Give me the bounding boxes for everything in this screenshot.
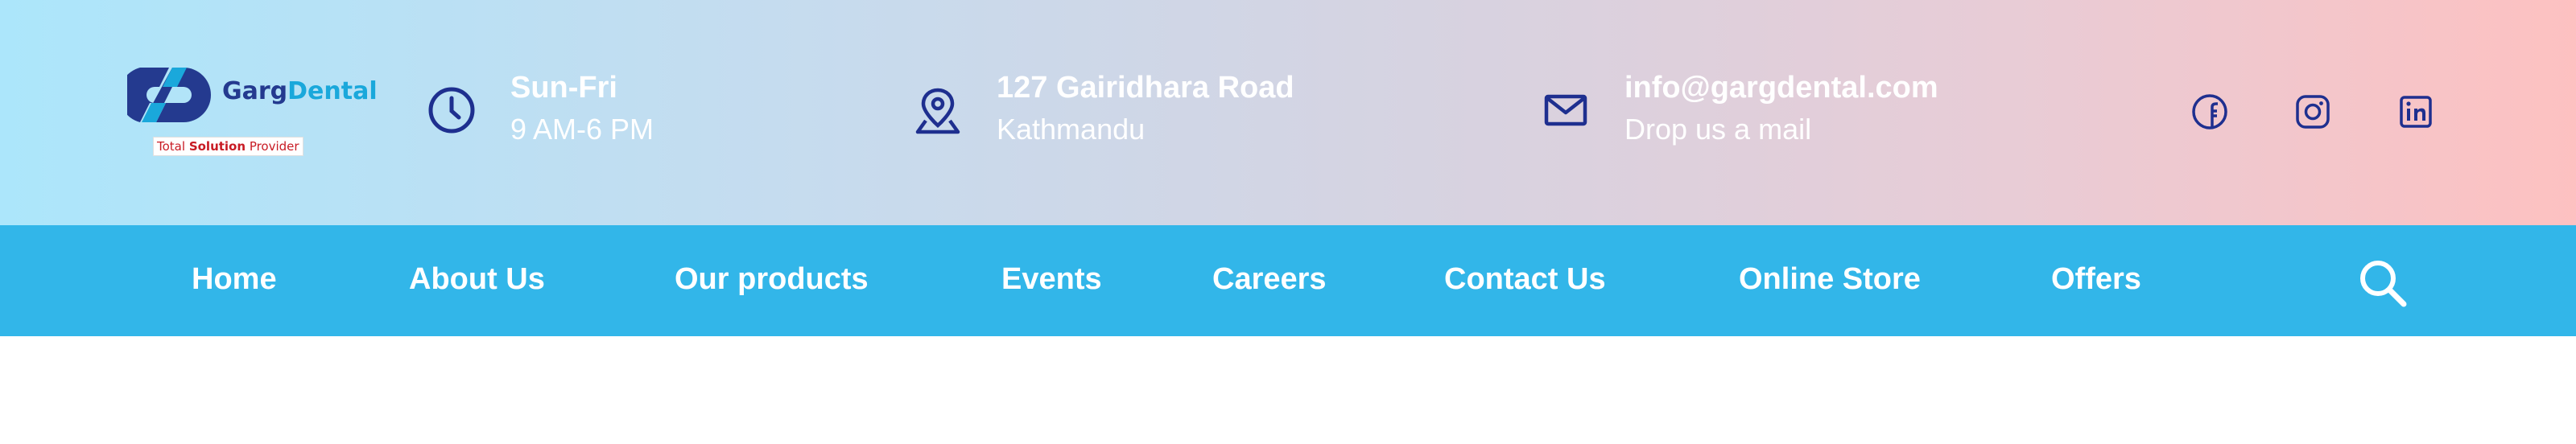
nav-offers[interactable]: Offers [2051, 262, 2141, 297]
logo[interactable]: GargDental Total Solution Provider [127, 68, 378, 164]
logo-tagline: Total Solution Provider [153, 137, 303, 156]
nav-home[interactable]: Home [192, 262, 277, 297]
nav-contact-us[interactable]: Contact Us [1444, 262, 1606, 297]
tagline-part: Total [157, 139, 189, 154]
nav-careers[interactable]: Careers [1212, 262, 1327, 297]
facebook-icon[interactable] [2190, 92, 2230, 132]
main-nav: Home About Us Our products Events Career… [0, 225, 2576, 336]
tagline-bold: Solution [188, 139, 246, 154]
address-subtitle: Kathmandu [997, 113, 1146, 146]
email-info[interactable]: info@gargdental.com Drop us a mail [1541, 71, 1992, 154]
linkedin-icon[interactable] [2396, 92, 2436, 132]
hours-info: Sun-Fri 9 AM-6 PM [427, 71, 733, 154]
email-title[interactable]: info@gargdental.com [1624, 71, 1938, 105]
address-title: 127 Gairidhara Road [997, 71, 1294, 105]
instagram-icon[interactable] [2293, 92, 2333, 132]
nav-about-us[interactable]: About Us [409, 262, 545, 297]
address-info: 127 Gairidhara Road Kathmandu [913, 71, 1364, 154]
search-icon[interactable] [2357, 257, 2409, 309]
clock-icon [428, 87, 475, 134]
logo-text-dental: Dental [287, 77, 378, 105]
hours-title: Sun-Fri [510, 71, 617, 105]
email-subtitle: Drop us a mail [1624, 113, 1812, 146]
mail-icon [1544, 94, 1587, 126]
nav-events[interactable]: Events [1001, 262, 1102, 297]
tagline-part: Provider [246, 139, 299, 154]
hours-subtitle: 9 AM-6 PM [510, 113, 654, 146]
logo-mark-icon [127, 68, 211, 122]
nav-online-store[interactable]: Online Store [1739, 262, 1921, 297]
location-pin-icon [915, 88, 960, 134]
logo-text: GargDental [222, 77, 378, 105]
top-info-bar: GargDental Total Solution Provider Sun-F… [0, 0, 2576, 225]
nav-our-products[interactable]: Our products [675, 262, 869, 297]
logo-text-garg: Garg [222, 77, 288, 105]
